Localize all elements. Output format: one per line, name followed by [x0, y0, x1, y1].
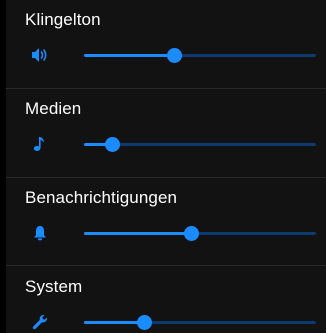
- bell-icon: [32, 225, 48, 241]
- system-volume-thumb[interactable]: [137, 315, 153, 330]
- media-volume-label: Medien: [25, 99, 82, 118]
- ringtone-volume-fill: [84, 54, 175, 57]
- music-note-icon: [32, 136, 48, 152]
- notification-volume-label: Benachrichtigungen: [25, 188, 178, 207]
- media-volume-thumb[interactable]: [104, 137, 120, 152]
- ringtone-volume-slider[interactable]: [84, 48, 316, 63]
- notification-volume-fill: [84, 232, 191, 235]
- notification-volume-thumb[interactable]: [183, 226, 199, 241]
- section-divider: [6, 88, 326, 89]
- ringtone-volume-label: Klingelton: [25, 10, 101, 29]
- volume-panel: Klingelton Medien Benachrichtigungen Sys…: [6, 0, 326, 333]
- system-volume-slider[interactable]: [84, 315, 316, 330]
- ringtone-volume-thumb[interactable]: [167, 48, 183, 63]
- speaker-volume-icon: [32, 47, 48, 63]
- wrench-icon: [32, 314, 48, 330]
- notification-volume-slider[interactable]: [84, 226, 316, 241]
- system-volume-label: System: [25, 277, 83, 296]
- section-divider: [6, 177, 326, 178]
- system-volume-fill: [84, 321, 145, 324]
- media-volume-slider[interactable]: [84, 137, 316, 152]
- section-divider: [6, 265, 326, 266]
